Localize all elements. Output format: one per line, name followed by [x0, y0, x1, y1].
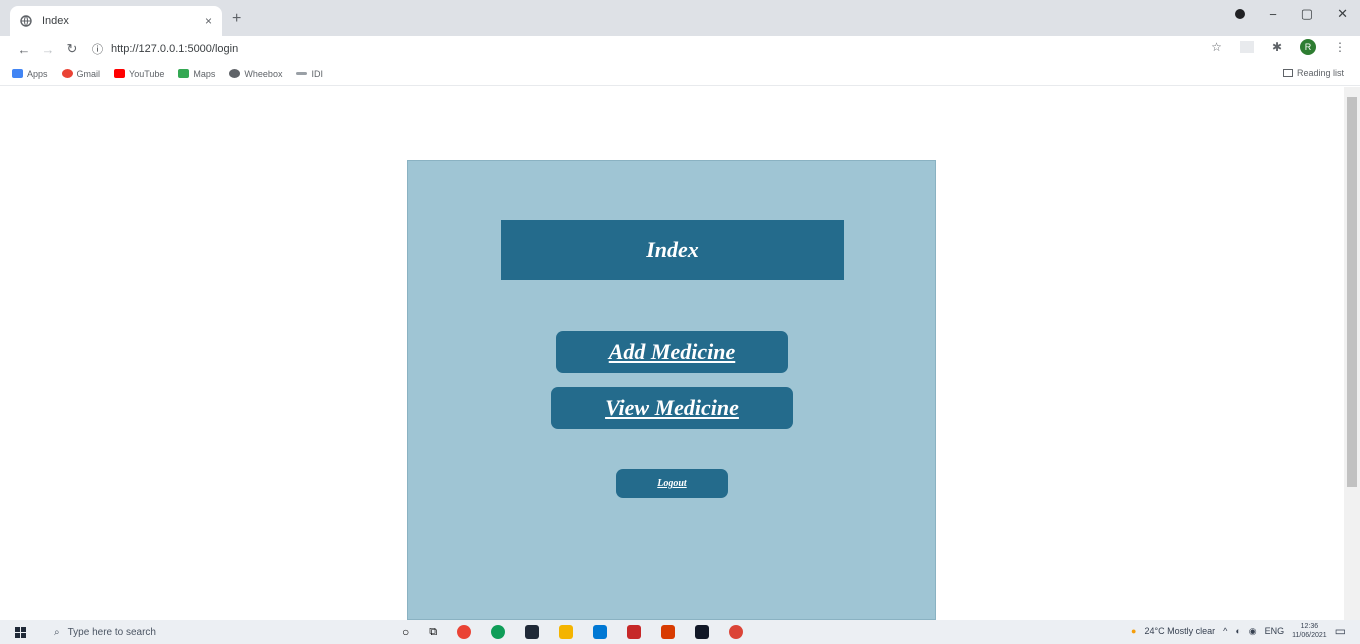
task-view-icon[interactable]: ⧉ — [429, 626, 437, 639]
weather-text[interactable]: 24°C Mostly clear — [1144, 626, 1215, 636]
minimize-button[interactable]: − — [1269, 7, 1277, 22]
bookmark-maps[interactable]: Maps — [178, 69, 215, 79]
globe-icon — [20, 15, 32, 27]
chevron-up-icon[interactable]: ^ — [1223, 626, 1227, 636]
start-button[interactable] — [0, 626, 40, 638]
close-window-button[interactable]: ✕ — [1337, 6, 1348, 22]
maximize-button[interactable]: ▢ — [1301, 6, 1313, 22]
youtube-icon — [114, 69, 126, 78]
language-indicator[interactable]: ENG — [1265, 626, 1285, 636]
volume-icon[interactable]: ◉ — [1249, 626, 1257, 637]
back-icon[interactable]: ← — [12, 42, 36, 57]
store-icon[interactable] — [525, 625, 540, 639]
search-placeholder: Type here to search — [67, 626, 156, 638]
globe-icon — [229, 69, 241, 78]
bookmark-idi[interactable]: IDI — [296, 69, 323, 79]
tab-title: Index — [42, 15, 69, 27]
avatar[interactable]: R — [1300, 39, 1316, 55]
mail-icon[interactable] — [593, 625, 608, 639]
reading-list-button[interactable]: Reading list — [1282, 68, 1344, 78]
network-icon[interactable]: ◐ — [1235, 626, 1240, 636]
terminal-icon[interactable] — [695, 625, 710, 639]
chrome-icon[interactable] — [457, 625, 472, 639]
gmail-icon — [61, 69, 73, 78]
profile-indicator-icon[interactable] — [1235, 9, 1246, 19]
logout-link[interactable]: Logout — [616, 469, 728, 498]
new-tab-button[interactable]: + — [232, 10, 241, 28]
app-icon[interactable] — [627, 625, 642, 639]
extension-icon[interactable] — [1239, 41, 1254, 53]
link-icon — [296, 72, 308, 75]
browser-toolbar: ← → ↻ ⓘ http://127.0.0.1:5000/login ☆ ✱ … — [0, 36, 1360, 62]
search-icon: ⌕ — [54, 626, 60, 638]
scrollbar-thumb[interactable] — [1347, 97, 1357, 487]
menu-icon[interactable]: ⋮ — [1334, 40, 1346, 54]
add-medicine-link[interactable]: Add Medicine — [556, 331, 788, 373]
browser-tab[interactable]: Index × — [10, 6, 222, 36]
reload-icon[interactable]: ↻ — [60, 41, 84, 57]
address-bar[interactable]: ⓘ http://127.0.0.1:5000/login — [92, 41, 238, 57]
windows-icon — [14, 626, 26, 638]
clock[interactable]: 12:36 11/06/2021 — [1292, 622, 1327, 640]
puzzle-icon[interactable]: ✱ — [1272, 40, 1282, 54]
url-text[interactable]: http://127.0.0.1:5000/login — [111, 43, 238, 55]
bookmark-apps[interactable]: Apps — [12, 69, 48, 79]
office-icon[interactable] — [661, 625, 676, 639]
page-viewport: Index Add Medicine View Medicine Logout — [0, 87, 1360, 620]
index-panel: Index Add Medicine View Medicine Logout — [407, 160, 936, 620]
tab-strip: Index × + − ▢ ✕ — [0, 0, 1360, 36]
notification-icon[interactable]: ▭ — [1335, 624, 1346, 638]
windows-taskbar: ⌕ Type here to search ○ ⧉ ● 24°C Mostly … — [0, 620, 1360, 644]
system-tray: ● 24°C Mostly clear ^ ◐ ◉ ENG 12:36 11/0… — [1131, 622, 1346, 640]
edge-icon[interactable] — [491, 625, 506, 639]
bookmark-gmail[interactable]: Gmail — [61, 69, 100, 79]
bookmark-youtube[interactable]: YouTube — [114, 69, 164, 79]
cortana-icon[interactable]: ○ — [402, 625, 409, 639]
taskbar-search[interactable]: ⌕ Type here to search — [40, 620, 340, 644]
bookmark-wheebox[interactable]: Wheebox — [229, 69, 282, 79]
apps-icon — [12, 69, 23, 78]
tab-close-icon[interactable]: × — [205, 14, 212, 28]
maps-icon — [178, 69, 190, 78]
view-medicine-link[interactable]: View Medicine — [551, 387, 793, 429]
page-scrollbar[interactable] — [1344, 87, 1360, 620]
file-explorer-icon[interactable] — [559, 625, 574, 639]
weather-icon[interactable]: ● — [1131, 626, 1136, 636]
reading-list-icon — [1282, 69, 1293, 77]
chrome-icon[interactable] — [729, 625, 744, 639]
bookmarks-bar: Apps Gmail YouTube Maps Wheebox IDI Read… — [0, 62, 1360, 86]
page-title: Index — [501, 220, 844, 280]
bookmark-star-icon[interactable]: ☆ — [1211, 40, 1222, 54]
info-icon[interactable]: ⓘ — [92, 41, 103, 57]
forward-icon[interactable]: → — [36, 42, 60, 57]
